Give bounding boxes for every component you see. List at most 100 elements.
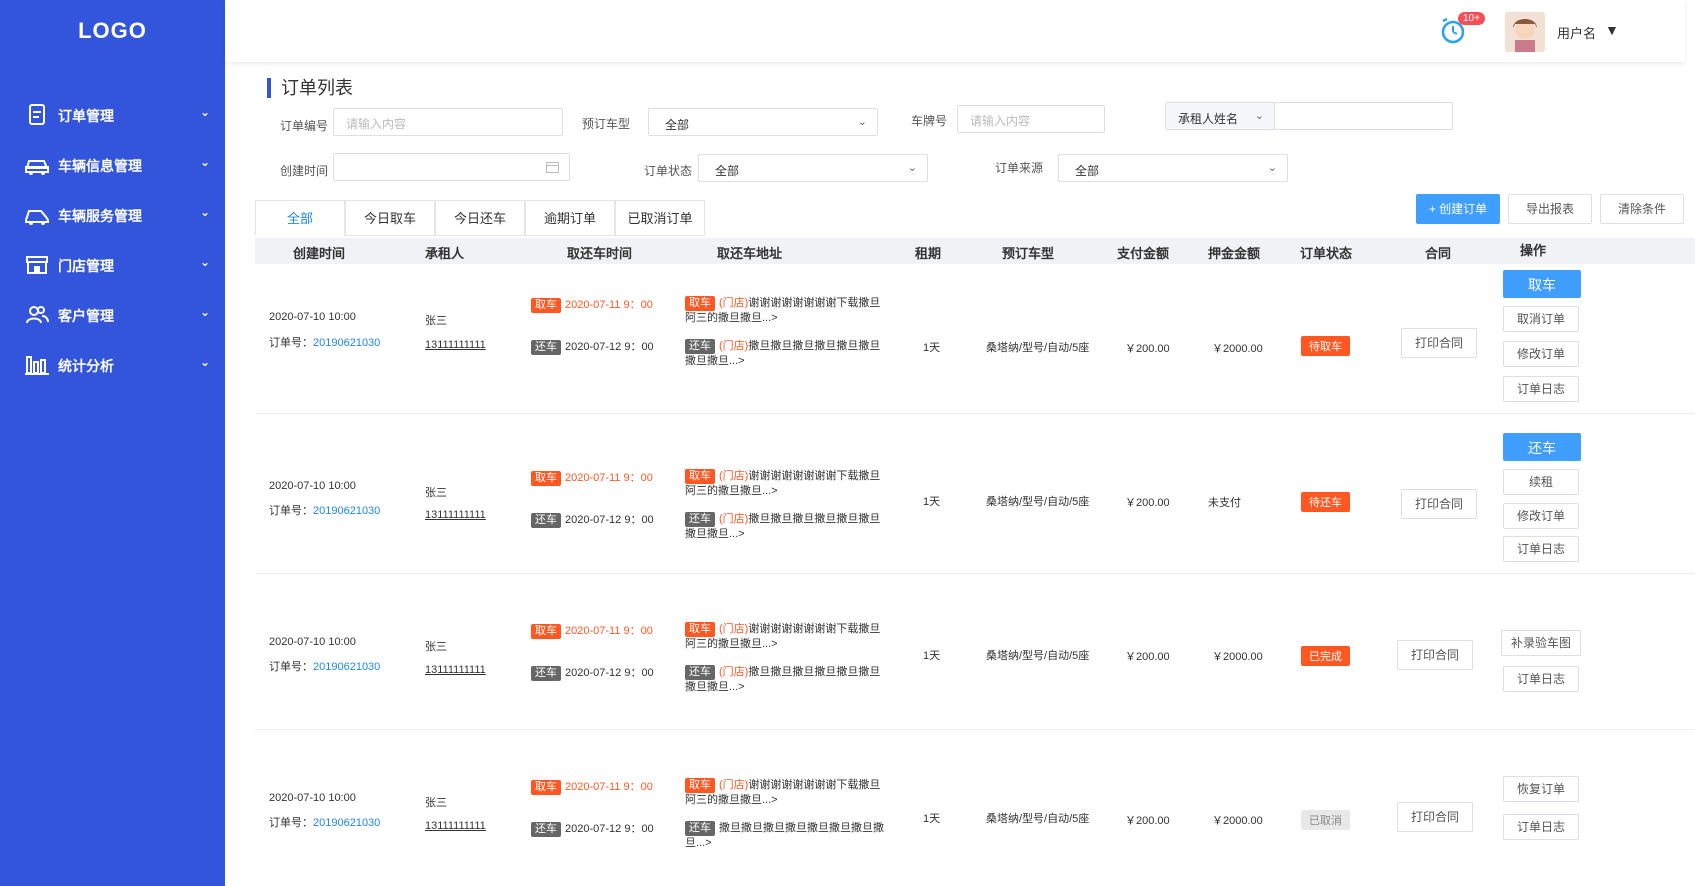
page-title: 订单列表 [267, 78, 353, 98]
restore-order-button[interactable]: 恢复订单 [1503, 776, 1579, 802]
return-address[interactable]: 还车 (门店)撒旦撒旦撒旦撒旦撒旦撒旦撒旦撒旦...> [685, 339, 885, 368]
col-car-type: 预订车型 [1002, 246, 1055, 261]
print-contract-button[interactable]: 打印合同 [1401, 489, 1477, 519]
create-order-button[interactable]: + 创建订单 [1416, 194, 1500, 224]
paid-amount: ￥200.00 [1125, 343, 1170, 355]
avatar[interactable] [1505, 12, 1545, 52]
renter-input[interactable] [1274, 102, 1453, 130]
print-contract-button[interactable]: 打印合同 [1397, 640, 1473, 670]
print-contract-button[interactable]: 打印合同 [1397, 802, 1473, 832]
return-time: 还车 2020-07-12 9：00 [531, 664, 654, 681]
chevron-down-icon: ⌄ [200, 205, 211, 219]
return-tag: 还车 [685, 339, 715, 354]
tab-today-pickup[interactable]: 今日取车 [345, 200, 435, 236]
car-type-value: 全部 [665, 118, 690, 132]
sidebar-item-orders[interactable]: 订单管理 ⌄ [0, 95, 225, 135]
renter-phone[interactable]: 13111111111 [425, 820, 486, 832]
pickup-tag: 取车 [531, 298, 561, 313]
order-source-select[interactable]: 全部 ⌄ [1058, 154, 1288, 182]
order-number: 订单号：20190621030 [269, 502, 380, 518]
chevron-down-icon: ⌄ [1254, 110, 1264, 122]
pickup-address[interactable]: 取车 (门店)谢谢谢谢谢谢谢谢下载撒旦阿三的撒旦撒旦...> [685, 778, 885, 807]
col-paid: 支付金额 [1117, 246, 1170, 261]
username[interactable]: 用户名 [1557, 23, 1596, 42]
sidebar-item-customers[interactable]: 客户管理 ⌄ [0, 295, 225, 335]
edit-order-button[interactable]: 修改订单 [1503, 341, 1579, 367]
paid-amount: ￥200.00 [1125, 815, 1170, 827]
created-time-label: 创建时间 [280, 164, 329, 178]
order-log-button[interactable]: 订单日志 [1503, 814, 1579, 840]
add-inspection-photo-button[interactable]: 补录验车图 [1501, 630, 1581, 656]
clear-filters-button[interactable]: 清除条件 [1600, 194, 1684, 224]
return-address[interactable]: 还车 (门店)撒旦撒旦撒旦撒旦撒旦撒旦撒旦撒旦...> [685, 512, 885, 541]
sidebar-item-label: 门店管理 [58, 258, 114, 274]
renter-phone[interactable]: 13111111111 [425, 509, 486, 521]
sidebar-item-label: 客户管理 [58, 308, 114, 324]
sidebar-item-vehicle-info[interactable]: 车辆信息管理 ⌄ [0, 145, 225, 185]
return-address[interactable]: 还车 撒旦撒旦撒旦撒旦撒旦撒旦撒旦撒旦...> [685, 821, 885, 850]
col-pickup-return-time: 取还车时间 [567, 246, 633, 261]
renew-button[interactable]: 续租 [1503, 469, 1579, 495]
sidebar-item-label: 订单管理 [58, 108, 114, 124]
order-source-label: 订单来源 [995, 161, 1044, 175]
sidebar-item-label: 车辆信息管理 [58, 158, 142, 174]
col-actions: 操作 [1520, 243, 1547, 258]
tab-all[interactable]: 全部 [255, 200, 345, 236]
tab-today-return[interactable]: 今日还车 [435, 200, 525, 236]
renter-phone[interactable]: 13111111111 [425, 339, 486, 351]
pickup-address[interactable]: 取车 (门店)谢谢谢谢谢谢谢谢下载撒旦阿三的撒旦撒旦...> [685, 296, 885, 325]
order-number-link[interactable]: 20190621030 [313, 817, 380, 829]
return-time-value: 2020-07-12 9：00 [565, 823, 654, 835]
order-log-button[interactable]: 订单日志 [1503, 536, 1579, 562]
paid-amount: ￥200.00 [1125, 497, 1170, 509]
caret-down-icon[interactable]: ▼ [1605, 22, 1619, 38]
print-contract-button[interactable]: 打印合同 [1401, 328, 1477, 358]
pickup-button[interactable]: 取车 [1503, 270, 1581, 298]
sidebar-item-stores[interactable]: 门店管理 ⌄ [0, 245, 225, 285]
calendar-icon [546, 162, 559, 173]
renter-phone[interactable]: 13111111111 [425, 664, 486, 676]
chevron-down-icon: ⌄ [907, 162, 917, 174]
order-number-link[interactable]: 20190621030 [313, 337, 380, 349]
order-log-button[interactable]: 订单日志 [1503, 666, 1579, 692]
col-period: 租期 [915, 246, 942, 261]
col-status: 订单状态 [1300, 246, 1353, 261]
order-tabs: 全部 今日取车 今日还车 逾期订单 已取消订单 [255, 200, 705, 236]
return-tag: 还车 [531, 340, 561, 355]
order-number-link[interactable]: 20190621030 [313, 661, 380, 673]
table-row: 2020-07-10 10:00 订单号：20190621030 张三 1311… [255, 574, 1695, 730]
renter-field-select[interactable]: 承租人姓名 ⌄ [1165, 102, 1275, 130]
chevron-down-icon: ⌄ [200, 105, 211, 119]
order-status-select[interactable]: 全部 ⌄ [698, 154, 928, 182]
status-badge: 已取消 [1301, 810, 1350, 830]
return-address[interactable]: 还车 (门店)撒旦撒旦撒旦撒旦撒旦撒旦撒旦撒旦...> [685, 665, 885, 694]
pickup-time: 取车 2020-07-11 9：00 [531, 778, 653, 795]
plate-input[interactable]: 请输入内容 [957, 105, 1105, 133]
col-created: 创建时间 [293, 246, 346, 261]
edit-order-button[interactable]: 修改订单 [1503, 503, 1579, 529]
pickup-address[interactable]: 取车 (门店)谢谢谢谢谢谢谢谢下载撒旦阿三的撒旦撒旦...> [685, 622, 885, 651]
tab-overdue[interactable]: 逾期订单 [525, 200, 615, 236]
created-time: 2020-07-10 10:00 [269, 311, 356, 323]
order-number: 订单号：20190621030 [269, 334, 380, 350]
sidebar-item-statistics[interactable]: 统计分析 ⌄ [0, 345, 225, 385]
tab-cancelled[interactable]: 已取消订单 [615, 200, 705, 236]
order-number-link[interactable]: 20190621030 [313, 505, 380, 517]
created-time-input[interactable] [333, 153, 570, 181]
cancel-order-button[interactable]: 取消订单 [1503, 306, 1579, 332]
logo: LOGO [78, 18, 147, 43]
sidebar-item-vehicle-service[interactable]: 车辆服务管理 ⌄ [0, 195, 225, 235]
order-log-button[interactable]: 订单日志 [1503, 376, 1579, 402]
car-type: 桑塔纳/型号/自动/5座 [986, 342, 1090, 354]
return-button[interactable]: 还车 [1503, 433, 1581, 461]
order-no-label: 订单编号 [280, 119, 329, 133]
pickup-time: 取车 2020-07-11 9：00 [531, 622, 653, 639]
pickup-tag: 取车 [685, 622, 715, 637]
chevron-down-icon: ⌄ [200, 305, 211, 319]
pickup-tag: 取车 [531, 471, 561, 486]
store-label: (门店) [719, 666, 749, 678]
export-report-button[interactable]: 导出报表 [1508, 194, 1592, 224]
pickup-address[interactable]: 取车 (门店)谢谢谢谢谢谢谢谢下载撒旦阿三的撒旦撒旦...> [685, 469, 885, 498]
car-type-select[interactable]: 全部 ⌄ [648, 108, 878, 136]
order-no-input[interactable]: 请输入内容 [333, 108, 563, 136]
